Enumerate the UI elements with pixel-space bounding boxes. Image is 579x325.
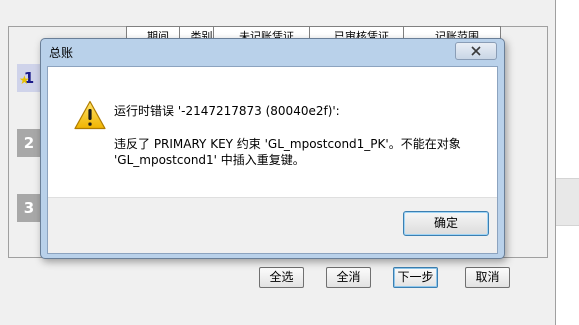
step-3-badge: 3 <box>17 194 41 222</box>
next-step-button[interactable]: 下一步 <box>393 267 438 288</box>
close-icon[interactable] <box>455 42 497 60</box>
dialog-title: 总账 <box>49 46 74 60</box>
dialog-button-bar: 确定 <box>48 197 497 253</box>
dialog-body: 运行时错误 '-2147217873 (80040e2f)': 违反了 PRIM… <box>47 66 498 254</box>
error-message-title: 运行时错误 '-2147217873 (80040e2f)': <box>114 104 340 118</box>
background-app-strip <box>556 0 579 325</box>
step-1-badge: ★ 1 <box>17 64 41 92</box>
background-strip-band <box>556 178 579 226</box>
clear-all-button[interactable]: 全消 <box>326 267 371 288</box>
cancel-button[interactable]: 取消 <box>465 267 510 288</box>
warning-triangle-icon <box>74 100 106 130</box>
error-message-detail-line2: 'GL_mpostcond1' 中插入重复键。 <box>114 153 305 167</box>
step-2-badge: 2 <box>17 129 41 157</box>
select-all-button[interactable]: 全选 <box>259 267 304 288</box>
error-message-detail-line1: 违反了 PRIMARY KEY 约束 'GL_mpostcond1_PK'。不能… <box>114 137 461 151</box>
ok-button[interactable]: 确定 <box>403 211 489 236</box>
error-dialog: 总账 运行时错误 '-2147217873 (80040e2f)': 违反了 P… <box>40 38 505 259</box>
step-active-star-icon: ★ <box>19 73 30 87</box>
